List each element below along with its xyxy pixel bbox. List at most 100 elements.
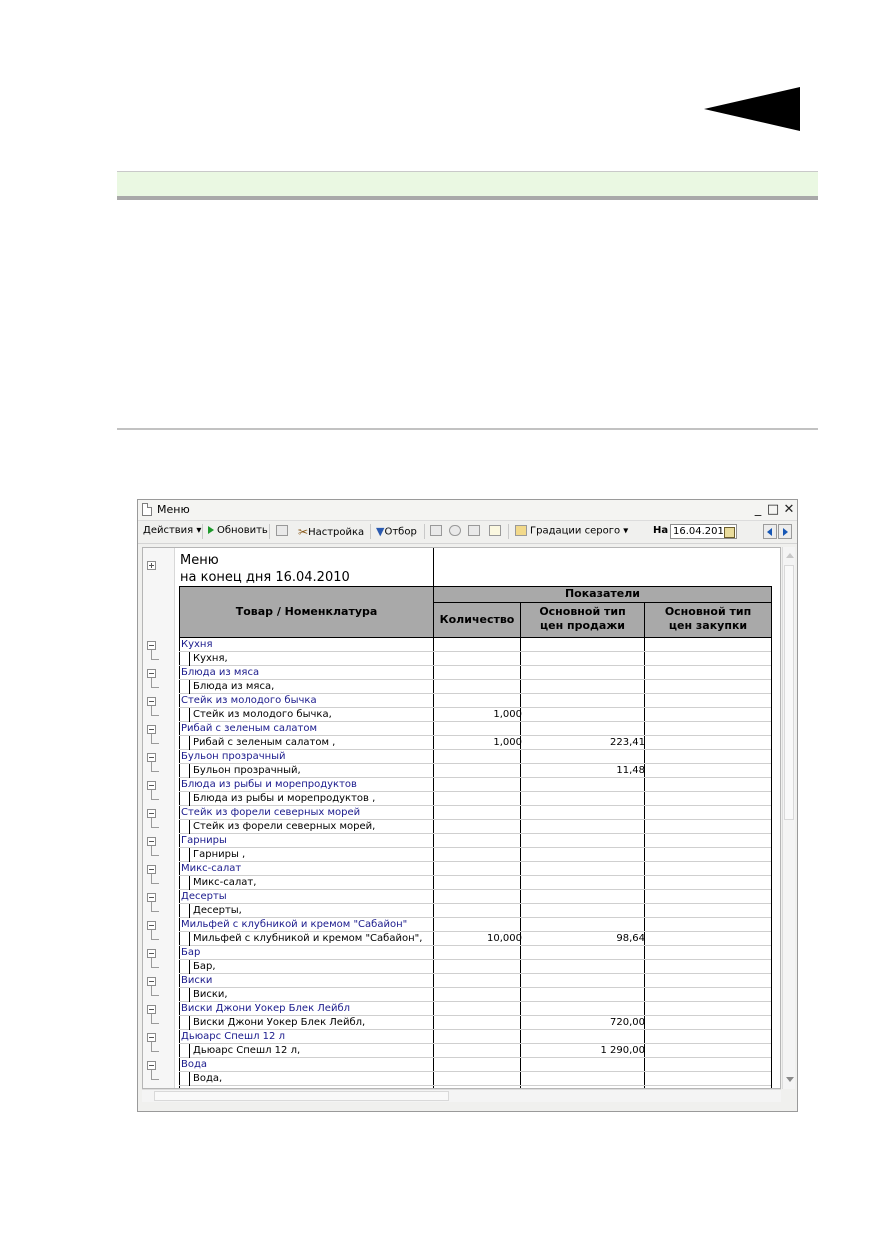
row-label: Микс-салат (181, 863, 242, 874)
date-field[interactable]: 16.04.2010 (670, 524, 737, 539)
group-row[interactable]: Рибай с зеленым салатом (179, 722, 771, 736)
collapse-icon[interactable] (147, 949, 156, 958)
group-row[interactable]: Мильфей с клубникой и кремом "Сабайон" (179, 918, 771, 932)
filter-label: Отбор (384, 526, 417, 538)
expand-all-icon[interactable] (147, 561, 156, 570)
chart-button[interactable] (430, 525, 442, 537)
close-button[interactable]: ✕ (782, 501, 796, 518)
group-row[interactable]: Десерты (179, 890, 771, 904)
tree-line (151, 706, 152, 715)
tree-line (151, 818, 152, 827)
row-label: Вода, (193, 1073, 223, 1084)
grayscale-menu-button[interactable]: Градации серого ▾ (515, 525, 628, 537)
collapse-icon[interactable] (147, 1061, 156, 1070)
group-row[interactable]: Гарниры (179, 834, 771, 848)
item-row[interactable]: Блюда из рыбы и морепродуктов , (179, 792, 771, 806)
item-row[interactable]: Бульон прозрачный, 11,48 (179, 764, 771, 778)
collapse-icon[interactable] (147, 837, 156, 846)
collapse-icon[interactable] (147, 865, 156, 874)
refresh-button[interactable]: Обновить (208, 525, 268, 536)
item-indent-line (189, 1044, 190, 1058)
row-label: Бульон прозрачный, (193, 765, 301, 776)
tree-line (151, 687, 159, 688)
item-row[interactable]: Виски, (179, 988, 771, 1002)
circle-button[interactable] (449, 525, 461, 537)
group-row[interactable]: Стейк из молодого бычка (179, 694, 771, 708)
next-date-button[interactable] (778, 524, 792, 539)
collapse-icon[interactable] (147, 809, 156, 818)
tree-line (151, 995, 159, 996)
horizontal-scroll-thumb[interactable] (154, 1091, 449, 1101)
group-row[interactable]: Вода (179, 1058, 771, 1072)
filter-button[interactable]: ▼Отбор (376, 525, 417, 538)
tree-line (151, 958, 152, 967)
item-row[interactable]: Мильфей с клубникой и кремом "Сабайон", 1… (179, 932, 771, 946)
item-row[interactable]: Десерты, (179, 904, 771, 918)
row-label: Гарниры , (193, 849, 246, 860)
item-row[interactable]: Бар, (179, 960, 771, 974)
group-row[interactable]: Виски (179, 974, 771, 988)
group-row[interactable]: Бульон прозрачный (179, 750, 771, 764)
collapse-icon[interactable] (147, 1033, 156, 1042)
collapse-icon[interactable] (147, 1005, 156, 1014)
item-row[interactable]: Микс-салат, (179, 876, 771, 890)
collapse-icon[interactable] (147, 781, 156, 790)
item-row[interactable]: Гарниры , (179, 848, 771, 862)
group-row[interactable]: Дьюарс Спешл 12 л (179, 1030, 771, 1044)
collapse-icon[interactable] (147, 753, 156, 762)
grid-line (433, 548, 434, 586)
tree-line (151, 659, 159, 660)
group-row[interactable]: Виски Джони Уокер Блек Лейбл (179, 1002, 771, 1016)
vertical-scroll-thumb[interactable] (784, 565, 794, 820)
collapse-icon[interactable] (147, 725, 156, 734)
collapse-icon[interactable] (147, 893, 156, 902)
collapse-icon[interactable] (147, 641, 156, 650)
group-row[interactable]: Бар (179, 946, 771, 960)
calendar-icon[interactable] (724, 527, 735, 538)
previous-date-button[interactable] (763, 524, 777, 539)
page-button[interactable] (489, 525, 501, 537)
item-row[interactable]: Кухня, (179, 652, 771, 666)
minimize-button[interactable]: _ (751, 501, 765, 518)
grid-button[interactable] (468, 525, 480, 537)
actions-menu-button[interactable]: Действия ▾ (143, 525, 201, 536)
refresh-label: Обновить (217, 525, 268, 536)
maximize-button[interactable]: □ (766, 501, 780, 518)
item-row[interactable]: Виски Джони Уокер Блек Лейбл, 720,00 (179, 1016, 771, 1030)
scroll-up-icon[interactable] (786, 553, 794, 558)
row-label: Дьюарс Спешл 12 л, (193, 1045, 301, 1056)
collapse-icon[interactable] (147, 669, 156, 678)
tree-line (151, 986, 152, 995)
collapse-icon[interactable] (147, 921, 156, 930)
group-row[interactable]: Блюда из рыбы и морепродуктов (179, 778, 771, 792)
sale-price-cell: 11,48 (616, 765, 645, 776)
group-row[interactable]: Кухня (179, 638, 771, 652)
report-title: Меню на конец дня 16.04.2010 (180, 552, 350, 586)
item-row[interactable]: Рибай с зеленым салатом , 1,000 223,41 (179, 736, 771, 750)
collapse-icon[interactable] (147, 697, 156, 706)
item-row[interactable]: Вода, (179, 1072, 771, 1086)
settings-button[interactable]: ✂Настройка (298, 525, 364, 539)
row-label: Бар, (193, 961, 216, 972)
group-row[interactable]: Стейк из форели северных морей (179, 806, 771, 820)
actions-label: Действия ▾ (143, 525, 202, 536)
row-label: Блюда из рыбы и морепродуктов , (193, 793, 376, 804)
item-row[interactable]: Стейк из молодого бычка, 1,000 (179, 708, 771, 722)
purchase-header-line1: Основной тип (664, 605, 752, 618)
collapse-icon[interactable] (147, 977, 156, 986)
horizontal-scrollbar[interactable] (142, 1089, 781, 1102)
group-row[interactable]: Блюда из мяса (179, 666, 771, 680)
header-band-divider (117, 196, 818, 200)
tree-line (151, 967, 159, 968)
print-button[interactable] (276, 525, 288, 537)
item-row[interactable]: Блюда из мяса, (179, 680, 771, 694)
vertical-scrollbar[interactable] (782, 547, 795, 1089)
document-icon (142, 503, 152, 516)
toolbar-separator (370, 524, 371, 539)
group-row[interactable]: Микс-салат (179, 862, 771, 876)
tree-line (151, 771, 159, 772)
item-row[interactable]: Стейк из форели северных морей, (179, 820, 771, 834)
scroll-down-icon[interactable] (786, 1077, 794, 1082)
window-titlebar[interactable]: Меню _ □ ✕ (138, 500, 797, 521)
item-row[interactable]: Дьюарс Спешл 12 л, 1 290,00 (179, 1044, 771, 1058)
